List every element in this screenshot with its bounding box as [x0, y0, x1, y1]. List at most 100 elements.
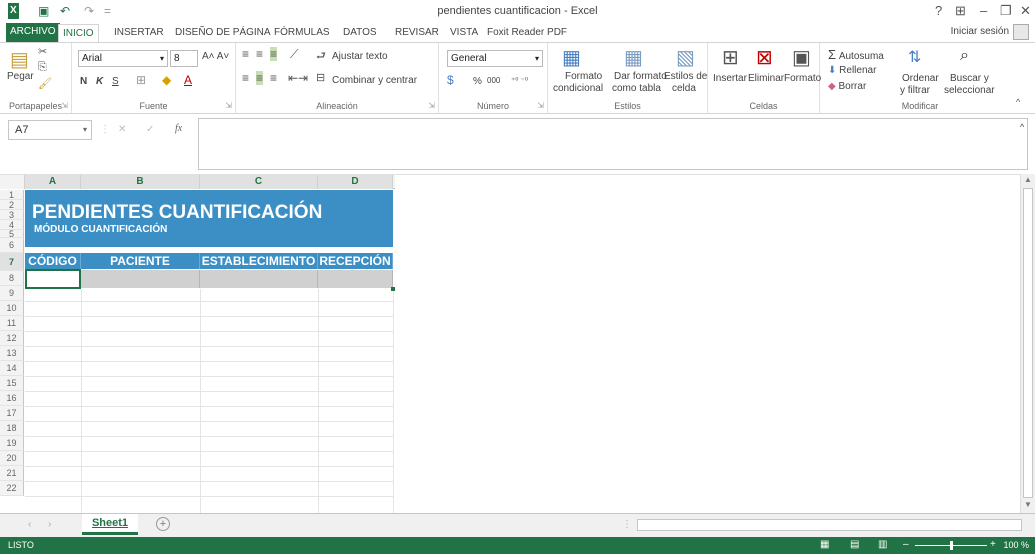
paste-icon[interactable]: ▤ — [10, 47, 29, 72]
sort-label-2[interactable]: y filtrar — [900, 85, 930, 96]
conditional-format-icon[interactable]: ▦ — [562, 45, 581, 70]
font-size-select[interactable]: 8 — [170, 50, 198, 67]
row-header-13[interactable]: 13 — [0, 346, 24, 361]
enter-icon[interactable]: ✓ — [146, 124, 154, 135]
scroll-down-icon[interactable]: ▼ — [1024, 500, 1032, 509]
align-bottom-icon[interactable]: ≡ — [270, 47, 278, 61]
expand-formula-icon[interactable]: ^ — [1020, 122, 1024, 132]
fill-handle[interactable] — [391, 287, 395, 291]
next-sheet-icon[interactable]: › — [48, 519, 51, 530]
merge-center-button[interactable]: Combinar y centrar — [332, 75, 417, 86]
signin-link[interactable]: Iniciar sesión — [951, 26, 1009, 37]
clear-button[interactable]: ◆ Borrar — [828, 81, 866, 92]
zoom-slider-thumb[interactable] — [950, 541, 953, 550]
dialog-launcher-icon[interactable]: ⇲ — [428, 101, 435, 110]
tab-formulas[interactable]: FÓRMULAS — [270, 24, 334, 42]
dialog-launcher-icon[interactable]: ⇲ — [537, 101, 544, 110]
tab-vista[interactable]: VISTA — [446, 24, 482, 42]
sheet-banner[interactable]: PENDIENTES CUANTIFICACIÓN MÓDULO CUANTIF… — [25, 190, 393, 247]
align-middle-icon[interactable]: ≡ — [256, 47, 263, 61]
fill-button[interactable]: ⬇ Rellenar — [828, 65, 876, 76]
minimize-icon[interactable]: – — [980, 3, 987, 19]
restore-icon[interactable]: ❐ — [1000, 3, 1012, 19]
avatar[interactable] — [1013, 24, 1029, 40]
font-name-select[interactable]: Arial ▾ — [78, 50, 168, 67]
active-cell-a7[interactable] — [25, 269, 81, 289]
sort-label-1[interactable]: Ordenar — [902, 73, 939, 84]
cut-icon[interactable]: ✂ — [38, 45, 47, 58]
row-header-15[interactable]: 15 — [0, 376, 24, 391]
merge-icon[interactable]: ⊟ — [316, 71, 325, 84]
align-left-icon[interactable]: ≡ — [242, 71, 249, 85]
font-color-icon[interactable]: A — [184, 73, 192, 87]
align-right-icon[interactable]: ≡ — [270, 71, 277, 85]
find-label-2[interactable]: seleccionar — [944, 85, 995, 96]
name-box[interactable]: A7 ▾ — [8, 120, 92, 140]
header-cell-recepcion[interactable]: RECEPCIÓN — [318, 253, 393, 269]
column-header-b[interactable]: B — [81, 175, 200, 189]
conditional-format-label-2[interactable]: condicional — [553, 83, 603, 94]
collapse-ribbon-icon[interactable]: ^ — [1016, 97, 1020, 107]
row-header-11[interactable]: 11 — [0, 316, 24, 331]
row-header-16[interactable]: 16 — [0, 391, 24, 406]
tab-datos[interactable]: DATOS — [339, 24, 381, 42]
wrap-text-button[interactable]: Ajustar texto — [332, 51, 388, 62]
row-header-10[interactable]: 10 — [0, 301, 24, 316]
insert-cells-icon[interactable]: ⊞ — [722, 45, 739, 70]
zoom-level[interactable]: 100 % — [1003, 540, 1029, 550]
align-center-icon[interactable]: ≡ — [256, 71, 264, 85]
row-header-17[interactable]: 17 — [0, 406, 24, 421]
help-icon[interactable]: ? — [935, 3, 942, 19]
cell-styles-icon[interactable]: ▧ — [676, 45, 695, 70]
page-layout-icon[interactable]: ▤ — [850, 539, 859, 550]
header-cell-codigo[interactable]: CÓDIGO — [25, 253, 81, 269]
cell-styles-label-1[interactable]: Estilos de — [664, 71, 707, 82]
header-cell-paciente[interactable]: PACIENTE — [81, 253, 200, 269]
sort-filter-icon[interactable]: ⇅ — [908, 47, 921, 67]
close-icon[interactable]: ✕ — [1020, 3, 1031, 19]
ribbon-display-icon[interactable]: ⊞ — [955, 3, 966, 19]
row-header-6[interactable]: 6 — [0, 238, 24, 253]
number-format-select[interactable]: General ▾ — [447, 50, 543, 67]
scroll-up-icon[interactable]: ▲ — [1024, 175, 1032, 184]
row-header-22[interactable]: 22 — [0, 481, 24, 496]
currency-icon[interactable]: $ — [447, 73, 454, 87]
column-header-a[interactable]: A — [25, 175, 81, 189]
delete-button[interactable]: Eliminar — [748, 73, 784, 84]
binoculars-icon[interactable]: ⌕ — [960, 47, 969, 65]
copy-icon[interactable]: ⎘ — [38, 61, 47, 74]
thousands-button[interactable]: 000 — [487, 76, 500, 85]
tab-split-icon[interactable]: ⋮ — [622, 519, 632, 530]
paste-button[interactable]: Pegar — [7, 71, 34, 82]
row-header-2[interactable]: 2 — [0, 200, 24, 210]
add-sheet-icon[interactable]: + — [156, 517, 170, 531]
row-header-3[interactable]: 3 — [0, 210, 24, 220]
row-header-18[interactable]: 18 — [0, 421, 24, 436]
row-header-14[interactable]: 14 — [0, 361, 24, 376]
format-painter-icon[interactable]: 🖌 — [38, 77, 52, 90]
column-header-d[interactable]: D — [318, 175, 393, 189]
select-all[interactable] — [0, 175, 25, 189]
row-header-20[interactable]: 20 — [0, 451, 24, 466]
italic-button[interactable]: K — [96, 76, 103, 87]
format-table-label-1[interactable]: Dar formato — [614, 71, 667, 82]
cell-styles-label-2[interactable]: celda — [672, 83, 696, 94]
zoom-in-icon[interactable]: + — [990, 539, 996, 550]
normal-view-icon[interactable]: ▦ — [820, 539, 829, 550]
zoom-out-icon[interactable]: – — [903, 539, 909, 550]
tab-diseno-pagina[interactable]: DISEÑO DE PÁGINA — [171, 24, 275, 42]
header-cell-establecimiento[interactable]: ESTABLECIMIENTO — [200, 253, 318, 269]
tab-archivo[interactable]: ARCHIVO — [6, 23, 60, 42]
dialog-launcher-icon[interactable]: ⇲ — [225, 101, 232, 110]
autosum-button[interactable]: Σ Autosuma — [828, 47, 884, 62]
vertical-scrollbar[interactable]: ▲ ▼ — [1020, 174, 1035, 513]
sheet-tab-sheet1[interactable]: Sheet1 — [82, 514, 138, 535]
tab-revisar[interactable]: REVISAR — [391, 24, 443, 42]
format-table-label-2[interactable]: como tabla — [612, 83, 661, 94]
format-table-icon[interactable]: ▦ — [624, 45, 643, 70]
vertical-scroll-thumb[interactable] — [1023, 188, 1033, 498]
format-button[interactable]: Formato — [784, 73, 821, 84]
conditional-format-label-1[interactable]: Formato — [565, 71, 602, 82]
cell-c7[interactable] — [200, 270, 318, 288]
row-header-19[interactable]: 19 — [0, 436, 24, 451]
